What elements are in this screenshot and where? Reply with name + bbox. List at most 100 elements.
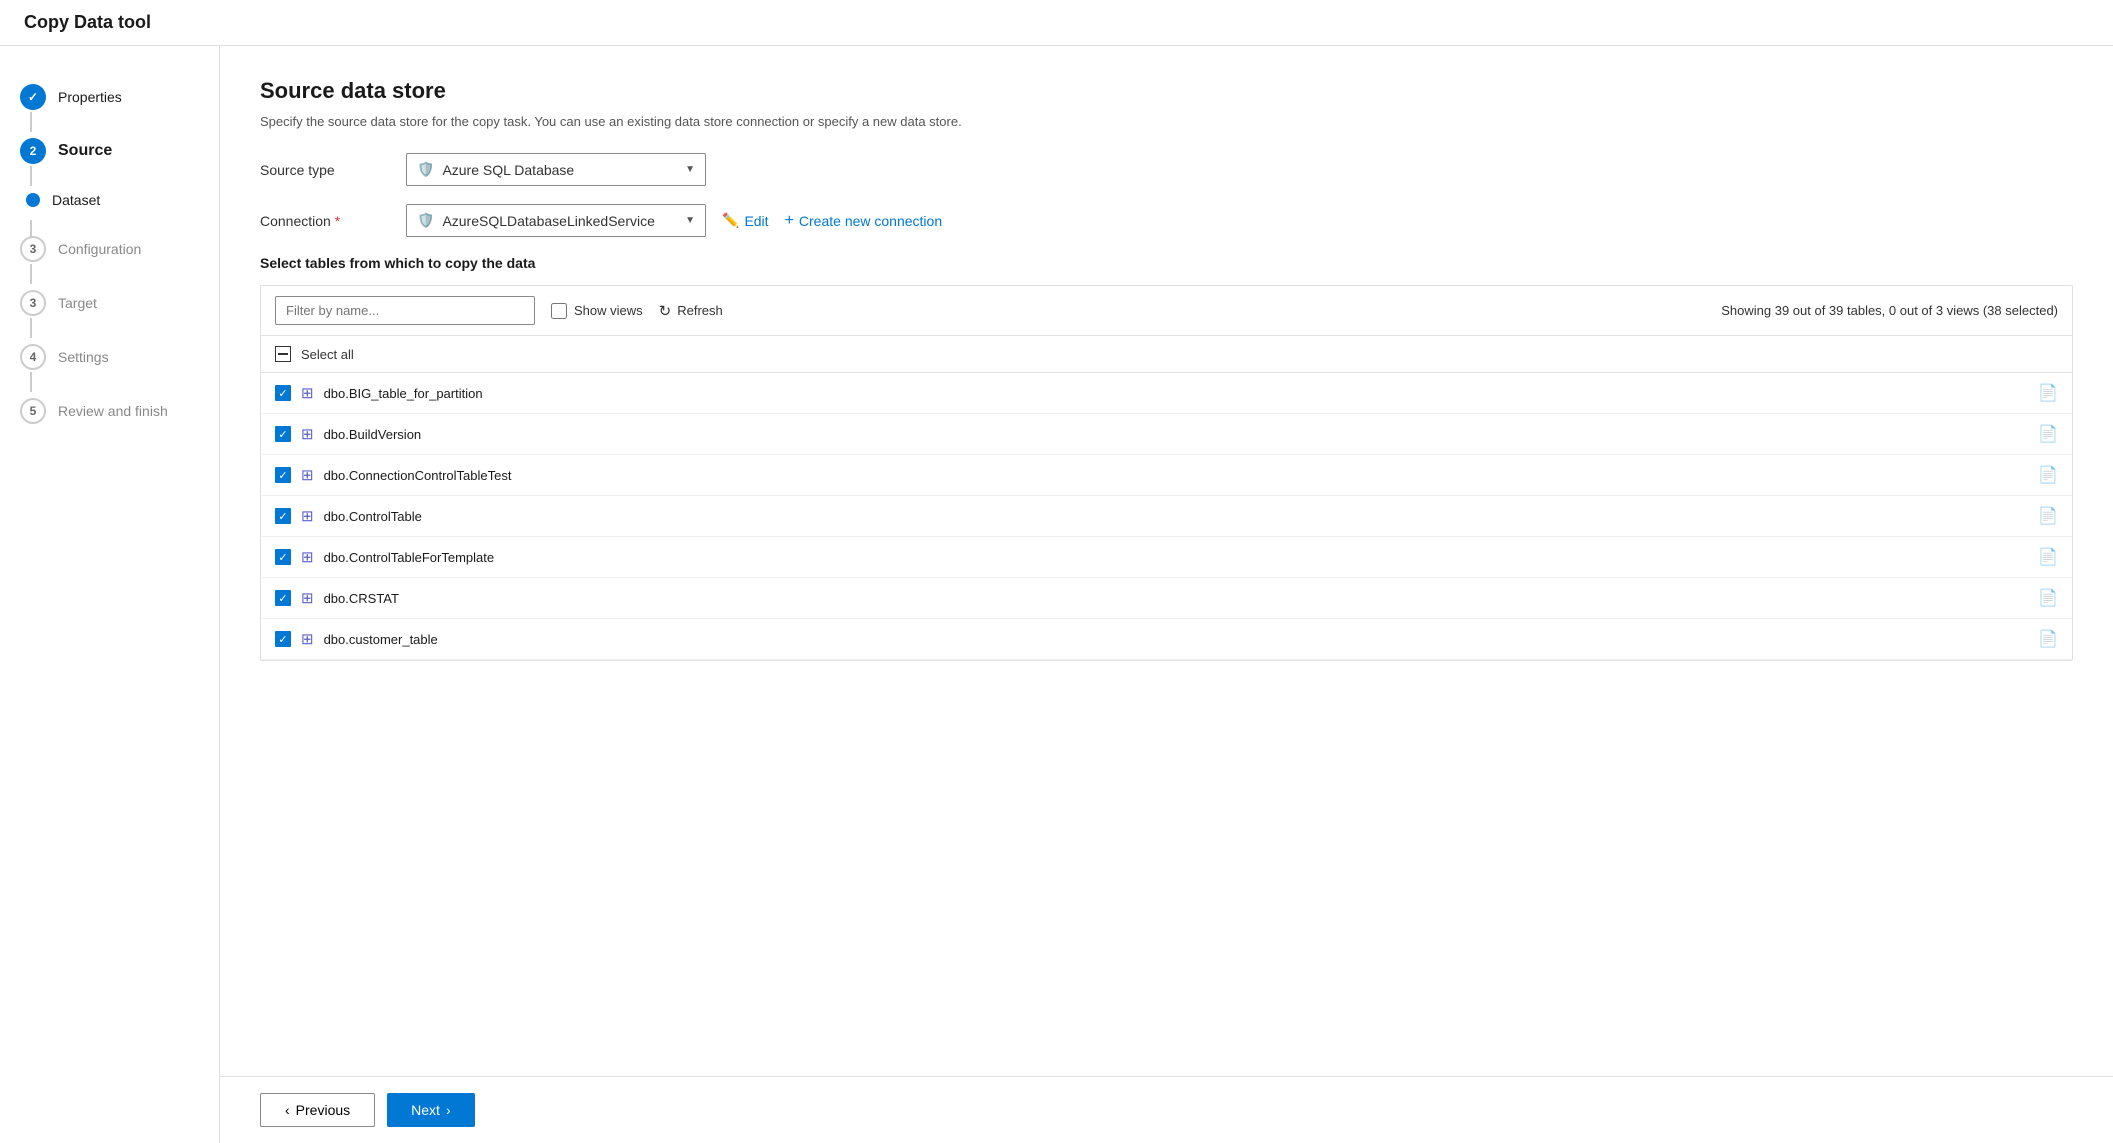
sidebar-item-configuration[interactable]: 3 Configuration — [0, 222, 219, 276]
sidebar-item-review[interactable]: 5 Review and finish — [0, 384, 219, 438]
indeterminate-line — [278, 353, 288, 355]
step-label-configuration: Configuration — [58, 241, 141, 257]
sidebar-item-target[interactable]: 3 Target — [0, 276, 219, 330]
table-row[interactable]: ⊞ dbo.BuildVersion 📄 — [261, 414, 2072, 455]
table-name: dbo.ControlTableForTemplate — [324, 550, 2029, 565]
row-checkbox[interactable] — [275, 631, 291, 647]
table-selection-area: Show views ↻ Refresh Showing 39 out of 3… — [260, 285, 2073, 661]
step-circle-review: 5 — [20, 398, 46, 424]
doc-icon[interactable]: 📄 — [2038, 465, 2058, 485]
required-indicator: * — [335, 213, 340, 229]
table-list: Select all ⊞ dbo.BIG_table_for_partition 📄… — [261, 336, 2072, 660]
show-views-checkbox[interactable]: Show views — [551, 303, 643, 319]
azure-sql-icon: 🛡️ — [417, 161, 434, 178]
table-name: dbo.customer_table — [324, 632, 2029, 647]
refresh-icon: ↻ — [659, 302, 672, 320]
step-circle-settings: 4 — [20, 344, 46, 370]
source-type-value: Azure SQL Database — [442, 162, 574, 178]
doc-icon[interactable]: 📄 — [2038, 383, 2058, 403]
row-checkbox[interactable] — [275, 426, 291, 442]
table-grid-icon: ⊞ — [301, 630, 314, 648]
row-checkbox[interactable] — [275, 508, 291, 524]
sidebar-item-properties[interactable]: ✓ Properties — [0, 70, 219, 124]
table-row[interactable]: ⊞ dbo.customer_table 📄 — [261, 619, 2072, 660]
connection-actions: ✏️ Edit + Create new connection — [722, 212, 942, 230]
create-connection-button[interactable]: + Create new connection — [785, 212, 943, 230]
table-grid-icon: ⊞ — [301, 384, 314, 402]
show-views-label: Show views — [574, 303, 643, 318]
connection-db-icon: 🛡️ — [417, 212, 434, 229]
step-circle-configuration: 3 — [20, 236, 46, 262]
connection-row: Connection * 🛡️ AzureSQLDatabaseLinkedSe… — [260, 204, 2073, 237]
section-title: Select tables from which to copy the dat… — [260, 255, 2073, 271]
bottom-nav: ‹ Previous Next › — [220, 1076, 2113, 1143]
sidebar-item-source[interactable]: 2 Source — [0, 124, 219, 178]
content-area: Source data store Specify the source dat… — [220, 46, 2113, 1076]
doc-icon[interactable]: 📄 — [2038, 629, 2058, 649]
table-name: dbo.BIG_table_for_partition — [324, 386, 2029, 401]
doc-icon[interactable]: 📄 — [2038, 506, 2058, 526]
step-label-review: Review and finish — [58, 403, 168, 419]
select-all-label: Select all — [301, 347, 354, 362]
page-title: Source data store — [260, 78, 2073, 104]
next-button[interactable]: Next › — [387, 1093, 474, 1127]
connection-value: AzureSQLDatabaseLinkedService — [442, 213, 654, 229]
doc-icon[interactable]: 📄 — [2038, 547, 2058, 567]
table-name: dbo.BuildVersion — [324, 427, 2029, 442]
source-type-dropdown[interactable]: 🛡️ Azure SQL Database ▼ — [406, 153, 706, 186]
table-grid-icon: ⊞ — [301, 507, 314, 525]
table-grid-icon: ⊞ — [301, 548, 314, 566]
row-checkbox[interactable] — [275, 467, 291, 483]
app-title: Copy Data tool — [0, 0, 2113, 46]
plus-icon: + — [785, 212, 794, 230]
table-grid-icon: ⊞ — [301, 589, 314, 607]
indeterminate-checkbox[interactable] — [275, 346, 291, 362]
chevron-down-icon: ▼ — [685, 164, 695, 175]
source-type-label: Source type — [260, 162, 390, 178]
pencil-icon: ✏️ — [722, 212, 739, 229]
table-row[interactable]: ⊞ dbo.CRSTAT 📄 — [261, 578, 2072, 619]
sidebar-item-dataset[interactable]: Dataset — [0, 178, 219, 222]
table-row[interactable]: ⊞ dbo.ControlTableForTemplate 📄 — [261, 537, 2072, 578]
table-grid-icon: ⊞ — [301, 425, 314, 443]
connection-dropdown[interactable]: 🛡️ AzureSQLDatabaseLinkedService ▼ — [406, 204, 706, 237]
table-name: dbo.ConnectionControlTableTest — [324, 468, 2029, 483]
table-row[interactable]: ⊞ dbo.ControlTable 📄 — [261, 496, 2072, 537]
sidebar-item-settings[interactable]: 4 Settings — [0, 330, 219, 384]
step-label-settings: Settings — [58, 349, 109, 365]
row-checkbox[interactable] — [275, 549, 291, 565]
table-row[interactable]: ⊞ dbo.ConnectionControlTableTest 📄 — [261, 455, 2072, 496]
table-rows-container: ⊞ dbo.BIG_table_for_partition 📄 ⊞ dbo.BuildV… — [261, 373, 2072, 660]
filter-input[interactable] — [275, 296, 535, 325]
step-circle-source: 2 — [20, 138, 46, 164]
doc-icon[interactable]: 📄 — [2038, 424, 2058, 444]
source-type-row: Source type 🛡️ Azure SQL Database ▼ — [260, 153, 2073, 186]
connection-label: Connection * — [260, 213, 390, 229]
step-dot-dataset — [26, 193, 40, 207]
step-label-source: Source — [58, 142, 112, 160]
edit-button[interactable]: ✏️ Edit — [722, 212, 769, 229]
doc-icon[interactable]: 📄 — [2038, 588, 2058, 608]
row-checkbox[interactable] — [275, 590, 291, 606]
table-grid-icon: ⊞ — [301, 466, 314, 484]
chevron-right-icon: › — [446, 1102, 451, 1118]
step-circle-target: 3 — [20, 290, 46, 316]
step-label-properties: Properties — [58, 89, 122, 105]
table-row[interactable]: ⊞ dbo.BIG_table_for_partition 📄 — [261, 373, 2072, 414]
sidebar: ✓ Properties 2 Source Dataset 3 Configur… — [0, 46, 220, 1143]
page-description: Specify the source data store for the co… — [260, 114, 2073, 129]
previous-button[interactable]: ‹ Previous — [260, 1093, 375, 1127]
refresh-button[interactable]: ↻ Refresh — [659, 302, 723, 320]
show-views-input[interactable] — [551, 303, 567, 319]
select-all-row[interactable]: Select all — [261, 336, 2072, 373]
step-label-target: Target — [58, 295, 97, 311]
table-name: dbo.ControlTable — [324, 509, 2029, 524]
table-count: Showing 39 out of 39 tables, 0 out of 3 … — [1721, 303, 2058, 318]
step-circle-properties: ✓ — [20, 84, 46, 110]
row-checkbox[interactable] — [275, 385, 291, 401]
chevron-left-icon: ‹ — [285, 1102, 290, 1118]
table-toolbar: Show views ↻ Refresh Showing 39 out of 3… — [261, 286, 2072, 336]
step-label-dataset: Dataset — [52, 192, 100, 208]
table-name: dbo.CRSTAT — [324, 591, 2029, 606]
chevron-down-icon-conn: ▼ — [685, 215, 695, 226]
